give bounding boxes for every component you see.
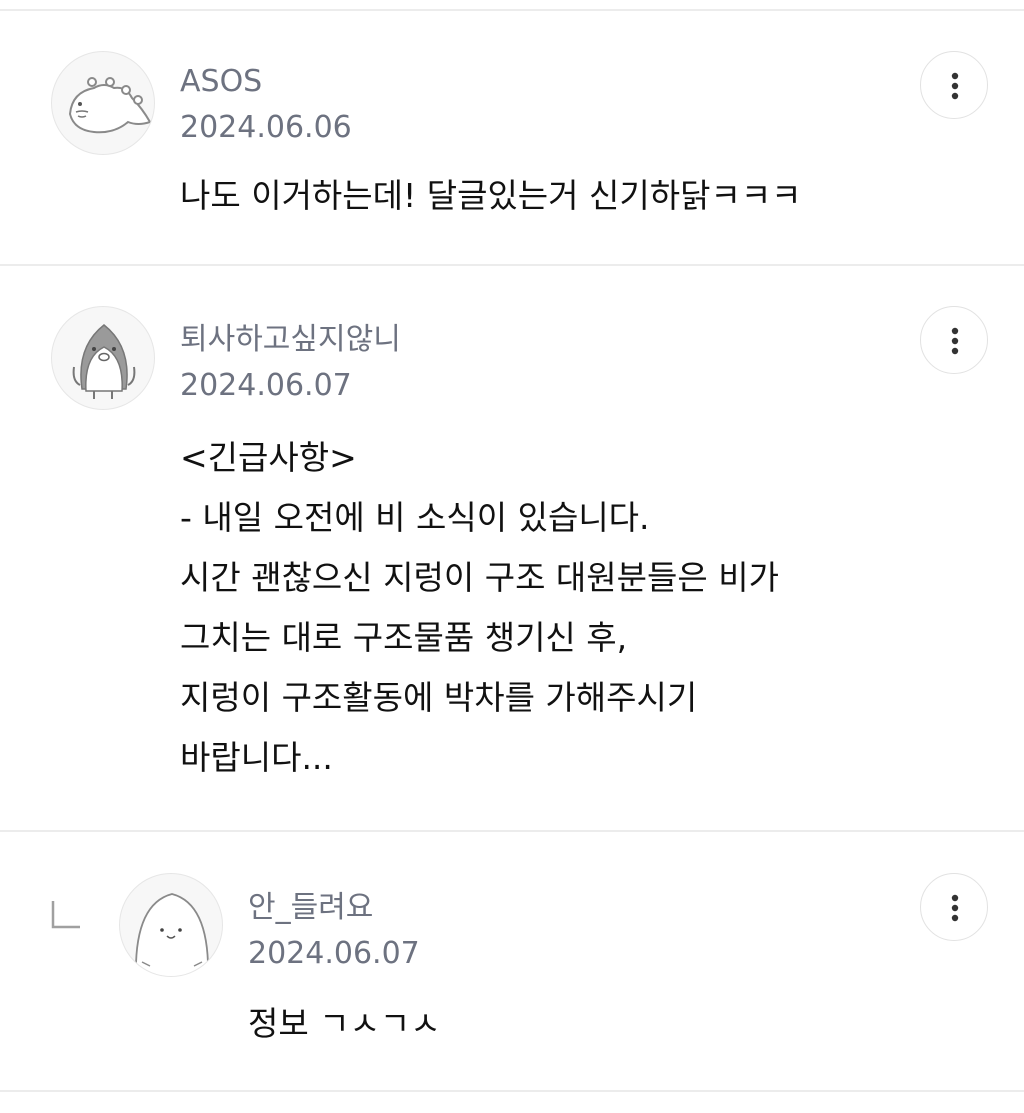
divider bbox=[0, 9, 1024, 11]
more-vertical-icon bbox=[951, 327, 959, 355]
comment-date: 2024.06.07 bbox=[248, 936, 420, 971]
comment-author[interactable]: 퇴사하고싶지않니 bbox=[180, 322, 401, 358]
more-vertical-icon bbox=[951, 72, 959, 100]
divider bbox=[0, 264, 1024, 266]
more-options-button[interactable] bbox=[920, 51, 988, 119]
comment-body: 정보 ㄱㅅㄱㅅ bbox=[248, 1004, 441, 1043]
divider bbox=[0, 1090, 1024, 1092]
dinosaur-avatar-icon[interactable] bbox=[51, 51, 155, 155]
comment-author[interactable]: ASOS bbox=[180, 64, 262, 100]
more-options-button[interactable] bbox=[920, 306, 988, 374]
round-character-avatar-icon[interactable] bbox=[119, 873, 223, 977]
comment-date: 2024.06.07 bbox=[180, 368, 352, 403]
penguin-avatar-icon[interactable] bbox=[51, 306, 155, 410]
more-options-button[interactable] bbox=[920, 873, 988, 941]
comment-body: <긴급사항> - 내일 오전에 비 소식이 있습니다. 시간 괜찮으신 지렁이 … bbox=[180, 438, 779, 777]
reply-arrow-icon bbox=[51, 901, 80, 929]
divider bbox=[0, 830, 1024, 832]
comment-feed: ASOS 2024.06.06 나도 이거하는데! 달글있는거 신기하닭ㅋㅋㅋ bbox=[0, 0, 1024, 1113]
more-vertical-icon bbox=[951, 894, 959, 922]
comment-date: 2024.06.06 bbox=[180, 110, 352, 145]
comment-body: 나도 이거하는데! 달글있는거 신기하닭ㅋㅋㅋ bbox=[180, 176, 802, 215]
comment-author[interactable]: 안_들려요 bbox=[248, 890, 373, 926]
